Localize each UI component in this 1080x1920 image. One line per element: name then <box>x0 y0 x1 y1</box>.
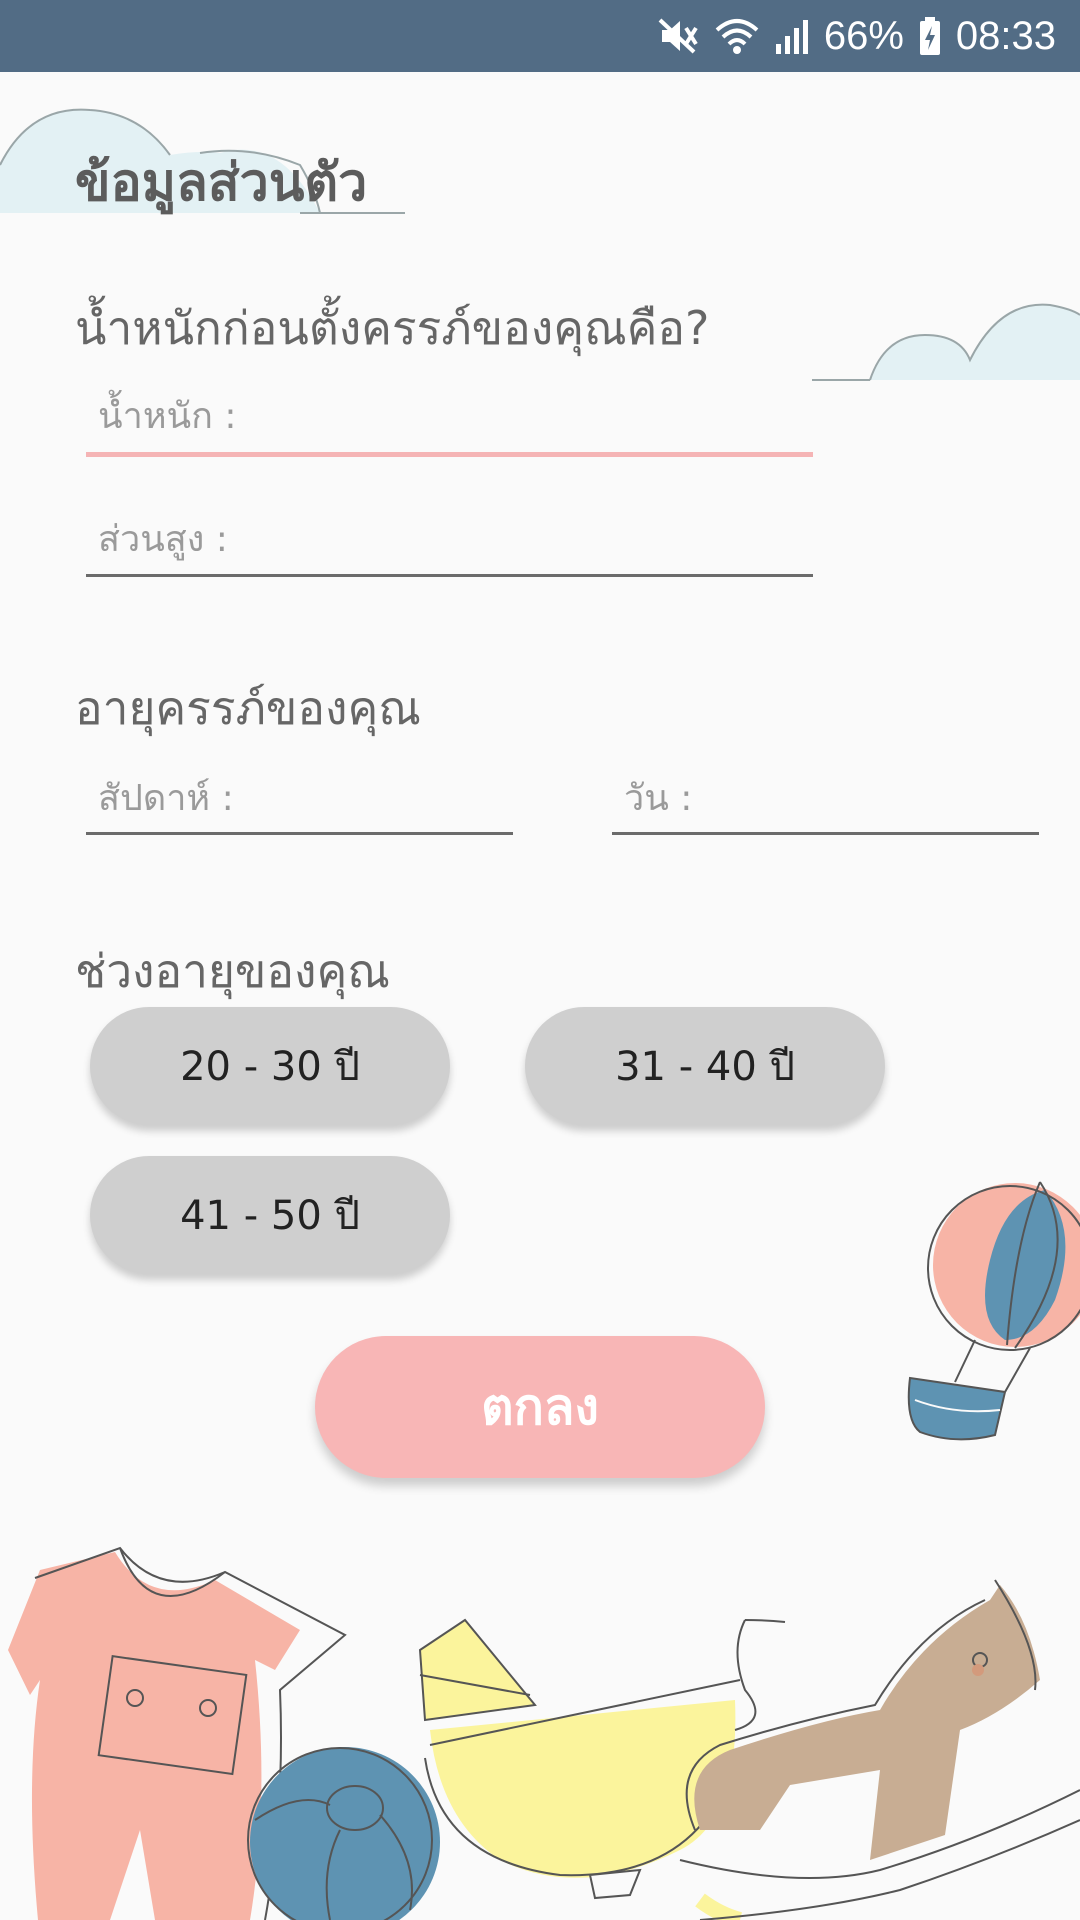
wifi-icon <box>715 19 759 54</box>
rocking-horse-illustration <box>694 1585 1040 1860</box>
pregnancy-age-heading: อายุครรภ์ของคุณ <box>75 681 421 735</box>
battery-percent: 66% <box>823 13 904 58</box>
height-field-wrap <box>86 505 813 577</box>
battery-charging-icon <box>919 17 940 55</box>
weight-question: น้ำหนักก่อนตั้งครรภ์ของคุณคือ? <box>75 301 710 355</box>
weeks-field-wrap <box>86 765 513 835</box>
age-range-heading: ช่วงอายุของคุณ <box>75 944 390 998</box>
days-field-wrap <box>612 765 1039 835</box>
stroller-illustration <box>430 1700 736 1878</box>
age-option-20-30[interactable]: 20 - 30 ปี <box>90 1007 450 1125</box>
weeks-input[interactable] <box>86 765 513 832</box>
weight-field-wrap <box>86 380 813 457</box>
hot-air-balloon-illustration <box>907 1181 1080 1441</box>
days-input[interactable] <box>612 765 1039 832</box>
weight-input[interactable] <box>86 380 813 452</box>
clock: 08:33 <box>955 13 1056 58</box>
cloud-illustration <box>812 303 1080 381</box>
mute-icon <box>658 18 698 54</box>
height-input[interactable] <box>86 505 813 574</box>
signal-icon <box>775 20 808 54</box>
submit-button[interactable]: ตกลง <box>315 1336 765 1478</box>
baby-items-illustration <box>8 1546 1080 1920</box>
age-option-41-50[interactable]: 41 - 50 ปี <box>90 1156 450 1274</box>
status-bar: 66% 08:33 <box>0 0 1080 72</box>
page-title: ข้อมูลส่วนตัว <box>75 153 368 213</box>
age-option-31-40[interactable]: 31 - 40 ปี <box>525 1007 885 1125</box>
